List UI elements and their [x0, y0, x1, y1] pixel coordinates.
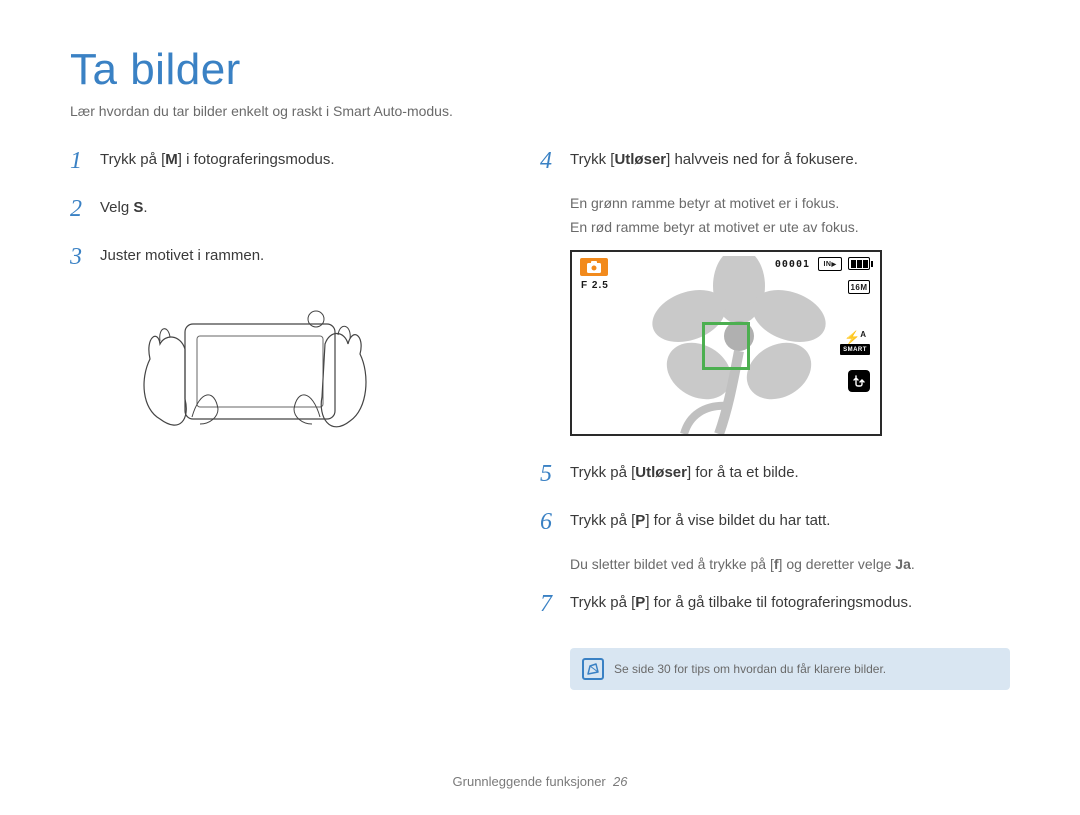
aperture-label: F 2.5 — [581, 280, 609, 291]
page-subtitle: Lær hvordan du tar bilder enkelt og rask… — [70, 103, 1010, 119]
footer-page-number: 26 — [613, 774, 627, 789]
info-note-icon — [582, 658, 604, 680]
battery-icon — [848, 257, 870, 270]
step6-note: Du sletter bildet ved å trykke på [f] og… — [570, 554, 1010, 576]
t: ] for å vise bildet du har tatt. — [645, 512, 830, 529]
camera-screen-illustration: F 2.5 00001 IN▶ 16M ⚡A SMART — [570, 250, 1010, 436]
step-2: 2 Velg S. — [70, 193, 508, 227]
t: Trykk på [ — [570, 512, 635, 529]
step-number: 2 — [70, 191, 100, 227]
t: ] for å ta et bilde. — [687, 464, 799, 481]
mode-icon — [580, 258, 608, 276]
step-number: 6 — [540, 504, 570, 540]
step-text: Trykk på [Utløser] for å ta et bilde. — [570, 458, 799, 492]
tip-callout: Se side 30 for tips om hvordan du får kl… — [570, 648, 1010, 690]
step-text: Trykk på [P] for å gå tilbake til fotogr… — [570, 588, 912, 622]
key-p: P — [635, 512, 645, 529]
camera-lcd: F 2.5 00001 IN▶ 16M ⚡A SMART — [570, 250, 882, 436]
option-ja: Ja — [895, 556, 911, 572]
step-text: Trykk [Utløser] halvveis ned for å fokus… — [570, 145, 858, 179]
key-m: M — [165, 151, 178, 168]
counter-label: 00001 — [775, 259, 810, 270]
step-7: 7 Trykk på [P] for å gå tilbake til foto… — [540, 588, 1010, 622]
smart-label: SMART — [840, 344, 870, 355]
step-6: 6 Trykk på [P] for å vise bildet du har … — [540, 506, 1010, 540]
step-3: 3 Juster motivet i rammen. — [70, 241, 508, 275]
step-number: 7 — [540, 586, 570, 622]
page-footer: Grunnleggende funksjoner 26 — [0, 774, 1080, 789]
focus-frame-green — [702, 322, 750, 370]
image-size-icon: 16M — [848, 280, 870, 294]
key-s: S — [133, 199, 143, 216]
page-title: Ta bilder — [70, 45, 1010, 95]
step-text: Trykk på [P] for å vise bildet du har ta… — [570, 506, 830, 540]
t: Trykk [ — [570, 151, 614, 168]
hands-holding-camera-illustration — [130, 289, 508, 464]
step4-note-red: En rød ramme betyr at motivet er ute av … — [570, 217, 1010, 239]
step-1: 1 Trykk på [M] i fotograferingsmodus. — [70, 145, 508, 179]
step-number: 3 — [70, 239, 100, 275]
step-text: Velg S. — [100, 193, 148, 227]
step4-note-green: En grønn ramme betyr at motivet er i fok… — [570, 193, 1010, 215]
left-column: 1 Trykk på [M] i fotograferingsmodus. 2 … — [70, 145, 508, 690]
t: ] i fotograferingsmodus. — [178, 151, 335, 168]
step-number: 5 — [540, 456, 570, 492]
t: ] og deretter velge — [779, 556, 896, 572]
step-4: 4 Trykk [Utløser] halvveis ned for å fok… — [540, 145, 1010, 179]
t: Trykk på [ — [100, 151, 165, 168]
right-column: 4 Trykk [Utløser] halvveis ned for å fok… — [540, 145, 1010, 690]
t: . — [143, 199, 147, 216]
step-number: 1 — [70, 143, 100, 179]
t: Velg — [100, 199, 133, 216]
key-shutter: Utløser — [635, 464, 687, 481]
t: ] halvveis ned for å fokusere. — [666, 151, 858, 168]
t: ] for å gå tilbake til fotograferingsmod… — [645, 594, 912, 611]
image-stabilization-icon — [848, 370, 870, 392]
memory-card-icon: IN▶ — [818, 257, 842, 271]
step-text: Juster motivet i rammen. — [100, 241, 264, 275]
key-shutter: Utløser — [614, 151, 666, 168]
step-5: 5 Trykk på [Utløser] for å ta et bilde. — [540, 458, 1010, 492]
step-text: Trykk på [M] i fotograferingsmodus. — [100, 145, 335, 179]
step-number: 4 — [540, 143, 570, 179]
t: Du sletter bildet ved å trykke på [ — [570, 556, 774, 572]
tip-text: Se side 30 for tips om hvordan du får kl… — [614, 662, 886, 676]
t: . — [911, 556, 915, 572]
content-columns: 1 Trykk på [M] i fotograferingsmodus. 2 … — [70, 145, 1010, 690]
key-p: P — [635, 594, 645, 611]
t: Trykk på [ — [570, 594, 635, 611]
footer-section: Grunnleggende funksjoner — [453, 774, 606, 789]
t: Trykk på [ — [570, 464, 635, 481]
